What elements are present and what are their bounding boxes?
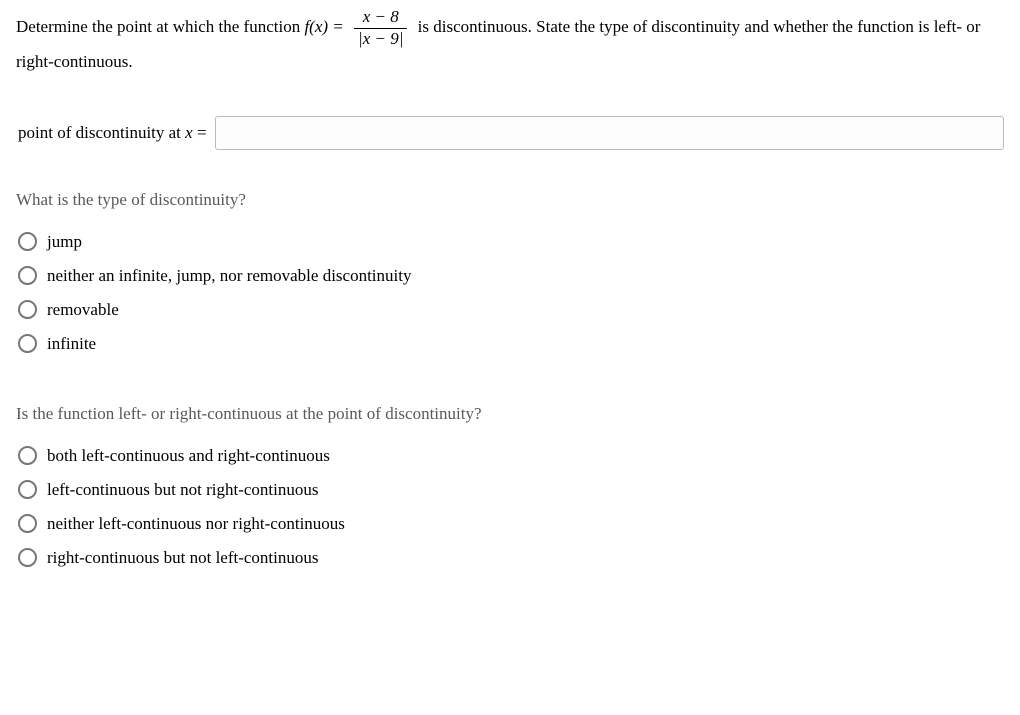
question-text: Determine the point at which the functio… — [16, 8, 1004, 76]
q2-option-neither[interactable]: neither an infinite, jump, nor removable… — [18, 266, 1004, 286]
option-label: jump — [47, 232, 82, 252]
q2-prompt: What is the type of discontinuity? — [16, 190, 1004, 210]
option-label: left-continuous but not right-continuous — [47, 480, 319, 500]
option-label: infinite — [47, 334, 96, 354]
answer-label-var: x — [185, 123, 193, 142]
option-label: removable — [47, 300, 119, 320]
q2-option-jump[interactable]: jump — [18, 232, 1004, 252]
option-label: neither an infinite, jump, nor removable… — [47, 266, 411, 286]
answer-label-post: = — [193, 123, 207, 142]
answer-label-pre: point of discontinuity at — [18, 123, 185, 142]
radio-icon — [18, 334, 37, 353]
radio-icon — [18, 480, 37, 499]
q3-options: both left-continuous and right-continuou… — [16, 446, 1004, 568]
option-label: both left-continuous and right-continuou… — [47, 446, 330, 466]
q3-option-neither[interactable]: neither left-continuous nor right-contin… — [18, 514, 1004, 534]
answer-label: point of discontinuity at x = — [18, 123, 207, 143]
q2-option-infinite[interactable]: infinite — [18, 334, 1004, 354]
fraction: x − 8 |x − 9| — [354, 8, 407, 48]
function-lhs: f(x) = — [304, 17, 348, 36]
q3-option-both[interactable]: both left-continuous and right-continuou… — [18, 446, 1004, 466]
fraction-denominator: |x − 9| — [354, 29, 407, 49]
point-of-discontinuity-input[interactable] — [215, 116, 1004, 150]
radio-icon — [18, 446, 37, 465]
q3-prompt: Is the function left- or right-continuou… — [16, 404, 1004, 424]
option-label: right-continuous but not left-continuous — [47, 548, 319, 568]
radio-icon — [18, 300, 37, 319]
fraction-numerator: x − 8 — [354, 8, 407, 29]
q3-option-left-only[interactable]: left-continuous but not right-continuous — [18, 480, 1004, 500]
q2-option-removable[interactable]: removable — [18, 300, 1004, 320]
option-label: neither left-continuous nor right-contin… — [47, 514, 345, 534]
radio-icon — [18, 266, 37, 285]
question-pre: Determine the point at which the functio… — [16, 17, 304, 36]
q2-options: jump neither an infinite, jump, nor remo… — [16, 232, 1004, 354]
radio-icon — [18, 232, 37, 251]
q3-option-right-only[interactable]: right-continuous but not left-continuous — [18, 548, 1004, 568]
answer-row: point of discontinuity at x = — [16, 116, 1004, 150]
radio-icon — [18, 514, 37, 533]
radio-icon — [18, 548, 37, 567]
